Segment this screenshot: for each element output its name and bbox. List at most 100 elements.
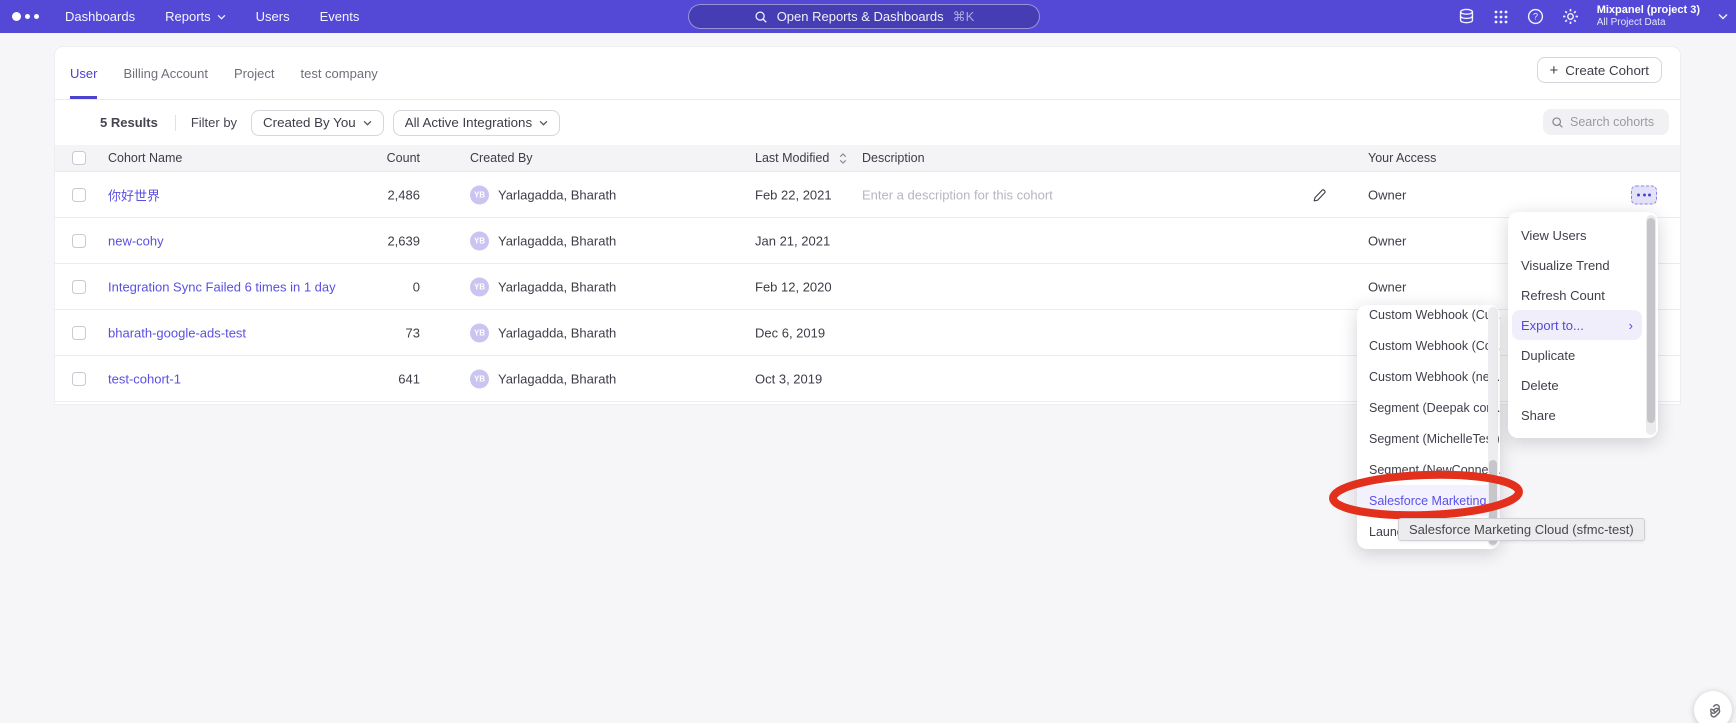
nav-link-label: Dashboards <box>65 9 135 24</box>
apps-grid-icon[interactable] <box>1493 9 1509 25</box>
created-by-name: Yarlagadda, Bharath <box>498 279 616 294</box>
menu-item-label: Share <box>1521 408 1556 423</box>
export-submenu: Custom Webhook (Cu...Custom Webhook (Co.… <box>1357 305 1500 549</box>
integrations-filter-button[interactable]: All Active Integrations <box>393 110 560 136</box>
chevron-down-icon <box>217 14 226 20</box>
project-scope: All Project Data <box>1597 17 1700 29</box>
nav-link-label: Users <box>256 9 290 24</box>
project-name: Mixpanel (project 3) <box>1597 4 1700 17</box>
last-modified-date: Dec 6, 2019 <box>755 325 825 340</box>
results-count: 5 Results <box>100 115 158 130</box>
mixpanel-logo[interactable] <box>12 12 39 21</box>
tab-test-company[interactable]: test company <box>300 47 377 99</box>
menu-item-label: Delete <box>1521 378 1559 393</box>
col-last-modified[interactable]: Last Modified <box>755 151 847 165</box>
nav-link-dashboards[interactable]: Dashboards <box>65 9 135 24</box>
row-checkbox[interactable] <box>72 326 86 340</box>
global-search-bar[interactable]: Open Reports & Dashboards ⌘K <box>688 4 1040 29</box>
submenu-arrow-icon: › <box>1629 318 1633 333</box>
data-management-icon[interactable] <box>1458 8 1475 25</box>
nav-link-users[interactable]: Users <box>256 9 290 24</box>
last-modified-date: Feb 12, 2020 <box>755 279 832 294</box>
cohort-name-link[interactable]: 你好世界 <box>108 185 160 204</box>
menu-scrollbar-thumb[interactable] <box>1647 218 1655 423</box>
menu-item-label: Refresh Count <box>1521 288 1605 303</box>
table-row[interactable]: Integration Sync Failed 6 times in 1 day… <box>55 264 1680 310</box>
help-icon[interactable]: ? <box>1527 8 1544 25</box>
search-icon <box>1551 116 1564 129</box>
avatar: YB <box>470 323 489 342</box>
table-row[interactable]: new-cohy 2,639 YB Yarlagadda, Bharath Jan 21… <box>55 218 1680 264</box>
row-checkbox[interactable] <box>72 188 86 202</box>
menu-item-visualize-trend[interactable]: Visualize Trend <box>1508 250 1658 280</box>
logo-dot <box>25 14 30 19</box>
avatar: YB <box>470 185 489 204</box>
navbar-right: ? Mixpanel (project 3) All Project Data <box>1458 0 1728 33</box>
table-row[interactable]: 你好世界2,486YBYarlagadda, BharathFeb 22, 20… <box>55 172 1680 218</box>
menu-item-label: Visualize Trend <box>1521 258 1610 273</box>
search-shortcut: ⌘K <box>953 9 975 25</box>
created-by-name: Yarlagadda, Bharath <box>498 233 616 248</box>
filter-by-label: Filter by <box>191 115 237 130</box>
menu-item-export-to[interactable]: Export to...› <box>1512 310 1642 340</box>
menu-item-share[interactable]: Share <box>1508 400 1658 430</box>
last-modified-date: Jan 21, 2021 <box>755 233 830 248</box>
cohort-name-link[interactable]: new-cohy <box>108 233 164 248</box>
search-icon <box>754 10 768 24</box>
logo-dot <box>12 12 21 21</box>
created-by-filter-button[interactable]: Created By You <box>251 110 384 136</box>
cohort-name-link[interactable]: test-cohort-1 <box>108 371 181 386</box>
export-destination-item[interactable]: Custom Webhook (Co... <box>1357 330 1500 361</box>
export-submenu-items: Custom Webhook (Cu...Custom Webhook (Co.… <box>1357 305 1500 547</box>
select-all-checkbox[interactable] <box>72 151 86 165</box>
access-level: Owner <box>1368 279 1406 294</box>
chevron-down-icon <box>539 120 548 126</box>
export-destination-item[interactable]: Segment (MichelleTest) <box>1357 423 1500 454</box>
cohort-count: 641 <box>295 371 420 386</box>
row-checkbox[interactable] <box>72 280 86 294</box>
tab-user[interactable]: User <box>70 47 97 99</box>
row-actions-button[interactable] <box>1631 185 1657 204</box>
cohort-name-link[interactable]: bharath-google-ads-test <box>108 325 246 340</box>
project-selector[interactable]: Mixpanel (project 3) All Project Data <box>1597 4 1700 29</box>
cohort-count: 2,639 <box>295 233 420 248</box>
nav-link-events[interactable]: Events <box>320 9 360 24</box>
row-checkbox[interactable] <box>72 372 86 386</box>
tab-billing-account[interactable]: Billing Account <box>123 47 208 99</box>
menu-item-duplicate[interactable]: Duplicate <box>1508 340 1658 370</box>
description-placeholder[interactable]: Enter a description for this cohort <box>862 187 1053 202</box>
menu-item-refresh-count[interactable]: Refresh Count <box>1508 280 1658 310</box>
export-destination-item[interactable]: Custom Webhook (Cu... <box>1357 305 1500 330</box>
chevron-down-icon <box>363 120 372 126</box>
menu-item-view-users[interactable]: View Users <box>1508 220 1658 250</box>
cohort-context-menu: View Users Visualize Trend Refresh Count Ex… <box>1508 212 1658 438</box>
col-your-access: Your Access <box>1368 151 1436 165</box>
avatar: YB <box>470 231 489 250</box>
tab-project[interactable]: Project <box>234 47 274 99</box>
svg-text:?: ? <box>1533 12 1538 22</box>
menu-item-delete[interactable]: Delete <box>1508 370 1658 400</box>
cohorts-toolbar: 5 Results Filter by Created By You All A… <box>55 100 1680 145</box>
link-icon <box>1701 698 1725 722</box>
create-cohort-button[interactable]: + Create Cohort <box>1537 57 1662 83</box>
table-header: Cohort Name Count Created By Last Modifi… <box>55 145 1680 172</box>
export-destination-item[interactable]: Segment (Deepak con... <box>1357 392 1500 423</box>
row-checkbox[interactable] <box>72 234 86 248</box>
export-destination-item[interactable]: Custom Webhook (ne... <box>1357 361 1500 392</box>
col-created-by: Created By <box>470 151 533 165</box>
cohort-search[interactable] <box>1543 109 1669 135</box>
cohort-search-input[interactable] <box>1570 115 1660 129</box>
share-link-fab[interactable] <box>1694 691 1732 723</box>
export-destination-tooltip: Salesforce Marketing Cloud (sfmc-test) <box>1398 518 1645 541</box>
edit-description-pencil-icon[interactable] <box>1311 187 1327 203</box>
context-menu-items: View Users Visualize Trend Refresh Count Ex… <box>1508 220 1658 430</box>
nav-links: Dashboards Reports Users Events <box>65 9 359 24</box>
top-navbar: Dashboards Reports Users Events Open Report… <box>0 0 1736 33</box>
export-destination-item[interactable]: Segment (NewConnec... <box>1357 454 1500 485</box>
settings-gear-icon[interactable] <box>1562 8 1579 25</box>
nav-link-reports[interactable]: Reports <box>165 9 226 24</box>
cohort-tabs: User Billing Account Project test company <box>55 47 1680 100</box>
col-count: Count <box>295 151 420 165</box>
cohort-count: 0 <box>295 279 420 294</box>
export-destination-item[interactable]: Salesforce Marketing C... <box>1357 485 1500 516</box>
